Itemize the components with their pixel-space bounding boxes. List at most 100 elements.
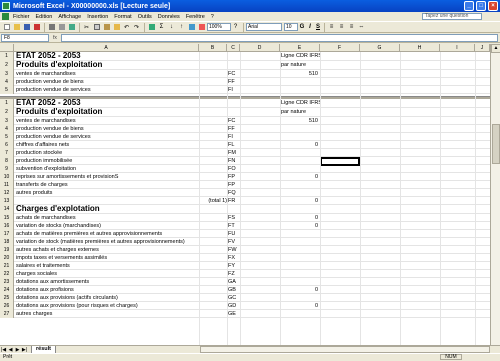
cell-value[interactable] [281,278,320,286]
row-header[interactable]: 12 [0,189,14,197]
cell-label[interactable]: production vendue de biens [16,78,228,86]
cell-value[interactable]: 510 [281,70,320,78]
cell-code[interactable]: FM [228,149,240,157]
cell-total-label[interactable] [199,149,227,157]
cell-total-label[interactable] [199,157,227,165]
cell-label[interactable] [16,197,228,205]
cell-value[interactable] [281,310,320,318]
cell-total-label[interactable] [199,278,227,286]
print-preview-icon[interactable] [57,23,66,32]
row-header[interactable]: 19 [0,246,14,254]
column-header-h[interactable]: H [400,44,440,52]
row-header[interactable]: 25 [0,294,14,302]
cell-value[interactable] [281,230,320,238]
row-header[interactable]: 4 [0,125,14,133]
cell-total-label[interactable] [199,214,227,222]
new-icon[interactable] [2,23,11,32]
first-sheet-icon[interactable]: |◀ [0,347,7,353]
cell-value[interactable]: 0 [281,302,320,310]
cell-label[interactable]: autres produits [16,189,228,197]
cell-value[interactable] [281,133,320,141]
cell-code[interactable]: GD [228,302,240,310]
cell-code[interactable]: FC [228,117,240,125]
cell-code[interactable]: GA [228,278,240,286]
cell-label[interactable]: production vendue de biens [16,125,228,133]
cell-code[interactable] [228,108,240,116]
menu-format[interactable]: Format [111,14,134,20]
menu-fichier[interactable]: Fichier [10,14,33,20]
cell-code[interactable]: FW [228,246,240,254]
cell-value[interactable]: 0 [281,197,320,205]
cell-code[interactable]: FS [228,214,240,222]
scroll-thumb[interactable] [492,124,500,164]
row-header[interactable]: 7 [0,149,14,157]
vertical-scrollbar[interactable]: ▲ [490,44,500,345]
cell-value[interactable] [281,78,320,86]
sort-asc-icon[interactable]: ↓ [167,23,176,32]
cell-value[interactable]: par nature [281,61,320,69]
cell-value[interactable] [281,294,320,302]
cell-total-label[interactable] [199,302,227,310]
row-header[interactable]: 16 [0,222,14,230]
cell-code[interactable]: FZ [228,270,240,278]
drawing-icon[interactable] [197,23,206,32]
cell-value[interactable]: 0 [281,222,320,230]
cell-code[interactable]: FY [228,262,240,270]
cell-total-label[interactable] [199,141,227,149]
cell-label[interactable]: ventes de marchandises [16,70,228,78]
merge-center-icon[interactable]: ⇔ [357,23,366,32]
row-header[interactable]: 1 [0,99,14,108]
cell-value[interactable]: 510 [281,117,320,125]
cell-code[interactable]: FC [228,70,240,78]
cell-label[interactable]: transferts de charges [16,181,228,189]
cell-value[interactable] [281,238,320,246]
cell-label[interactable]: variation de stocks (marchandises) [16,222,228,230]
zoom-select[interactable]: 100% [207,23,231,31]
column-header-c[interactable]: C [227,44,240,52]
cell-code[interactable]: FX [228,254,240,262]
row-header[interactable]: 3 [0,117,14,125]
row-header[interactable]: 14 [0,205,14,214]
cell-label[interactable]: salaires et traitements [16,262,228,270]
cell-total-label[interactable] [199,262,227,270]
cell-code[interactable]: GB [228,286,240,294]
cell-total-label[interactable] [199,310,227,318]
cell-code[interactable]: GE [228,310,240,318]
open-icon[interactable] [12,23,21,32]
cell-value[interactable] [281,125,320,133]
column-header-d[interactable]: D [240,44,280,52]
cell-total-label[interactable] [199,246,227,254]
cell-code[interactable]: FR [228,197,240,205]
cell-value[interactable]: Ligne CDR IFRS [281,99,320,107]
cell-label[interactable]: subvention d'exploitation [16,165,228,173]
cell-value[interactable] [281,262,320,270]
cell-value[interactable] [281,181,320,189]
cell-value[interactable] [281,189,320,197]
column-header-j[interactable]: J [475,44,490,52]
cell-value[interactable] [281,149,320,157]
cell-total-label[interactable] [199,165,227,173]
row-header[interactable]: 9 [0,165,14,173]
selected-cell-f8[interactable] [320,157,360,166]
menu-insertion[interactable]: Insertion [84,14,111,20]
row-header[interactable]: 23 [0,278,14,286]
cell-total-label[interactable] [199,254,227,262]
menu-affichage[interactable]: Affichage [55,14,84,20]
cell-code[interactable]: FP [228,181,240,189]
cell-value[interactable]: par nature [281,108,320,116]
spelling-icon[interactable] [67,23,76,32]
column-header-g[interactable]: G [360,44,400,52]
row-header[interactable]: 17 [0,230,14,238]
row-header[interactable]: 22 [0,270,14,278]
help-question-input[interactable]: Tapez une question [422,13,482,20]
minimize-button[interactable]: _ [464,1,474,11]
cell-total-label[interactable] [199,222,227,230]
column-header-b[interactable]: B [199,44,227,52]
format-painter-icon[interactable] [112,23,121,32]
cell-total-label[interactable] [199,270,227,278]
cell-label[interactable]: production stockée [16,149,228,157]
row-header[interactable]: 8 [0,157,14,165]
column-header-f[interactable]: F [320,44,360,52]
cell-total-label[interactable] [199,117,227,125]
cell-value[interactable]: Ligne CDR IFRS [281,52,320,60]
